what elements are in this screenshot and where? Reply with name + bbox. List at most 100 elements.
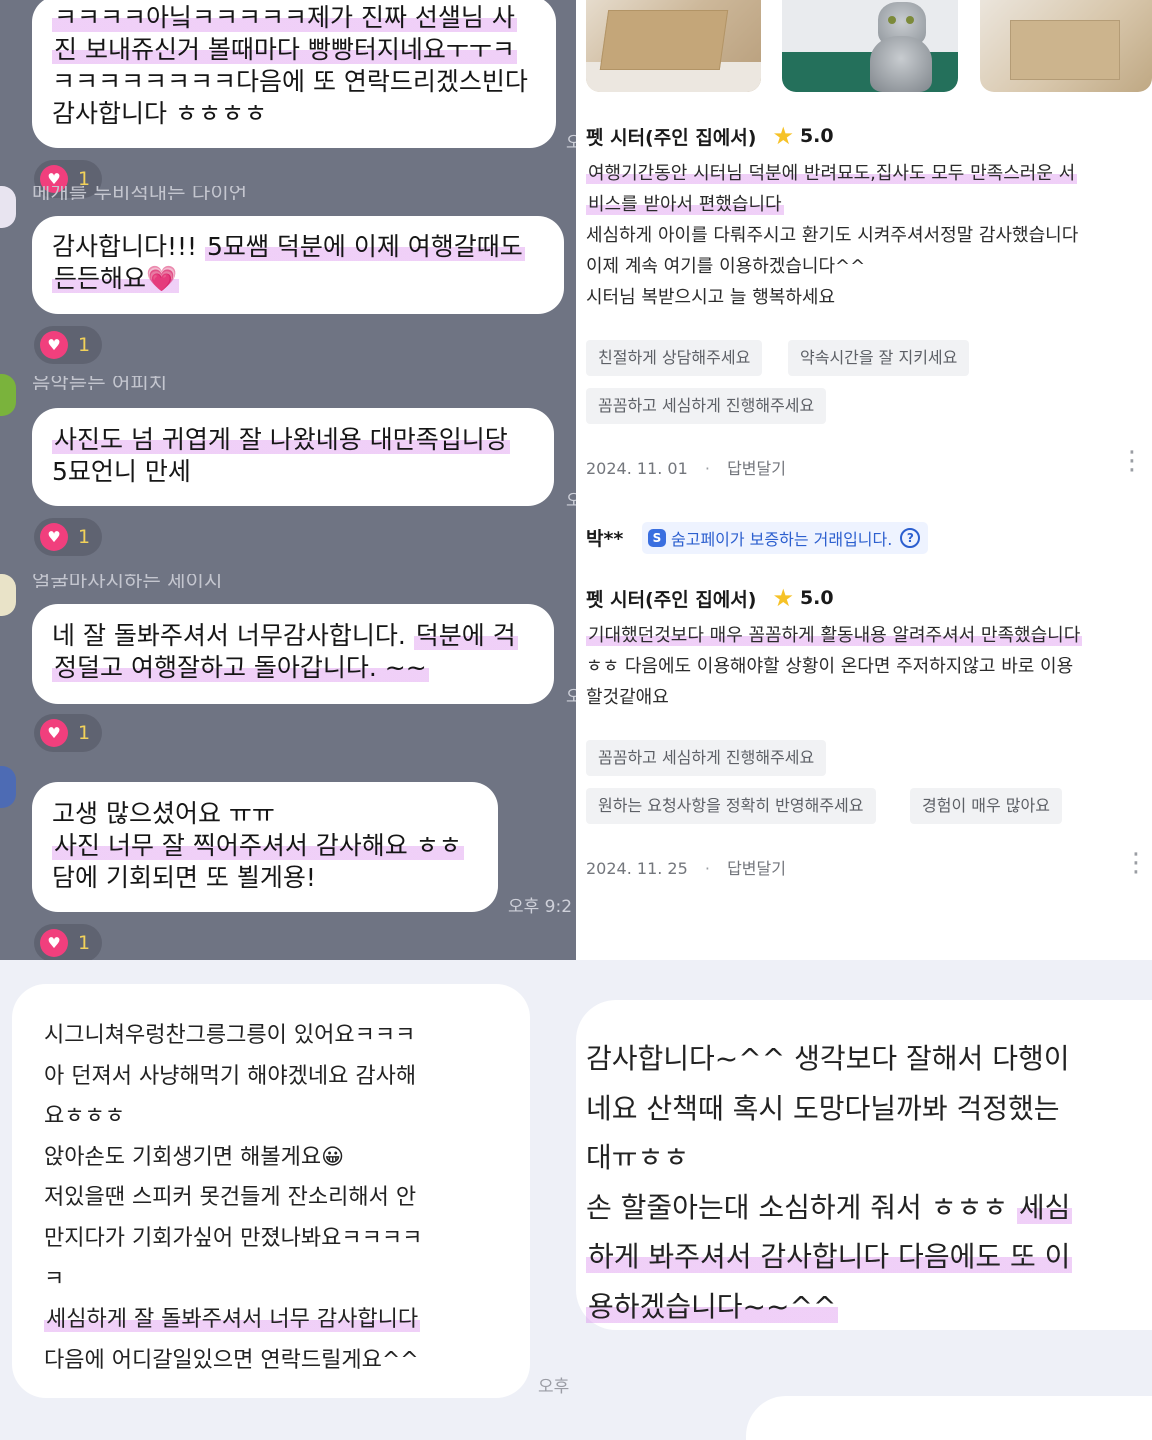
help-icon[interactable]: ? xyxy=(900,528,921,548)
message-time: 오후 9:2 xyxy=(508,897,573,917)
text-segment: 이제 계속 여기를 이용하겠습니다^^ xyxy=(586,256,866,277)
highlighted-text: ㅋㅋㅋㅋ아닠ㅋㅋㅋㅋㅋ제가 진짜 선샐님 사 xyxy=(52,3,517,32)
highlighted-text: 비스를 받아서 편했습니다 xyxy=(586,194,784,215)
chat-bubble: 고생 많으셨어요 ㅠㅠ 사진 너무 잘 찍어주셔서 감사해요 ㅎㅎ 담에 기회되… xyxy=(32,782,498,912)
message-panel-left: 시그니쳐우렁찬그릉그릉이 있어요ㅋㅋㅋ 아 던져서 사냥해먹기 해야겠네요 감사… xyxy=(0,960,576,1440)
reaction-badge[interactable]: ♥ 1 xyxy=(34,326,102,364)
message-panel-right: 감사합니다~^^ 생각보다 잘해서 다행이 네요 산책때 혹시 도망다닐까봐 걱… xyxy=(576,960,1152,1440)
more-icon[interactable]: ⋮ xyxy=(1123,850,1149,876)
text-segment: 5묘언니 만세 xyxy=(52,457,191,486)
review-text: 여행기간동안 시터님 덕분에 반려묘도,집사도 모두 만족스러운 서 비스를 받… xyxy=(586,158,1078,313)
text-segment: 다음에 어디갈일있으면 연락드릴게요^^ xyxy=(44,1347,419,1373)
review-tag: 꼼꼼하고 세심하게 진행해주세요 xyxy=(586,388,827,424)
highlighted-text: 정덜고 여행잘하고 돌아갑니다. ~~ xyxy=(52,653,429,682)
reaction-count: 1 xyxy=(78,334,91,356)
review-tag: 경험이 매우 많아요 xyxy=(910,788,1062,824)
text-segment: 감사합니다 ㅎㅎㅎㅎ xyxy=(52,99,267,128)
review-date-row: 2024. 11. 25 · 답변달기 xyxy=(586,859,786,878)
text-segment: 앉아손도 기회생기면 해볼게요😀 xyxy=(44,1144,345,1170)
rating-value: 5.0 xyxy=(799,587,834,609)
message-line: 고생 많으셨어요 ㅠㅠ xyxy=(52,798,476,830)
highlighted-text: 사진도 넘 귀엽게 잘 나왔네용 대만족입니당 xyxy=(52,425,510,454)
sender-name: 음악듣는 어피치 xyxy=(32,376,168,390)
payment-guarantee-badge[interactable]: S 숨고페이가 보증하는 거래입니다. ? xyxy=(642,522,929,554)
reaction-count: 1 xyxy=(78,526,91,548)
text-segment: 시그니쳐우렁찬그릉그릉이 있어요ㅋㅋㅋ xyxy=(44,1023,416,1048)
message-line: 저있을땐 스피커 못건들게 잔소리해서 안 xyxy=(44,1178,530,1219)
text-segment: 아 던져서 사냥해먹기 해야겠네요 감사해 xyxy=(44,1063,417,1089)
message-line: 네 잘 돌봐주셔서 너무감사합니다. 덕분에 걱 xyxy=(52,620,532,652)
highlighted-text: 기대했던것보다 매우 꼼꼼하게 활동내용 알려주셔서 만족했습니다 xyxy=(586,625,1083,646)
message-time: 오 xyxy=(566,687,576,707)
text-segment: 할것같애요 xyxy=(586,687,669,708)
message-line: 든든해요💗 xyxy=(52,263,542,295)
reaction-badge[interactable]: ♥ 1 xyxy=(34,924,102,960)
text-segment: 감사합니다!!! xyxy=(52,232,206,261)
message-bubble: 감사합니다~^^ 생각보다 잘해서 다행이 네요 산책때 혹시 도망다닐까봐 걱… xyxy=(576,1000,1152,1330)
heart-icon: ♥ xyxy=(40,331,68,359)
text-segment: ㅎㅎ 다음에도 이용해야할 상황이 온다면 주저하지않고 바로 이용 xyxy=(586,656,1074,677)
message-line: 손 할줄아는대 소심하게 줘서 ㅎㅎㅎ 세심 xyxy=(586,1183,1152,1233)
message-line: 앉아손도 기회생기면 해볼게요😀 xyxy=(44,1138,530,1179)
heart-icon: ♥ xyxy=(40,523,68,551)
message-line: 하게 봐주셔서 감사합니다 다음에도 또 이 xyxy=(586,1232,1152,1282)
message-line: 담에 기회되면 또 뵐게용! xyxy=(52,862,476,894)
review-photo-cat[interactable] xyxy=(782,0,958,92)
highlighted-text: 덕분에 걱 xyxy=(413,621,518,650)
highlighted-text: 5묘쌤 덕분에 이제 여행갈때도 xyxy=(205,232,525,261)
review-line: 할것같애요 xyxy=(586,682,1082,713)
review-service-title: 펫 시터(주인 집에서) ★ 5.0 xyxy=(586,584,834,612)
text-segment: 감사합니다~^^ 생각보다 잘해서 다행이 xyxy=(586,1042,1070,1075)
highlighted-text: 진 보내쥬신거 볼때마다 빵빵터지네요ㅜㅜㅋ xyxy=(52,35,517,64)
message-line: 대ㅠㅎㅎ xyxy=(586,1133,1152,1183)
text-segment: 시터님 복받으시고 늘 행복하세요 xyxy=(586,287,836,308)
review-photo-box[interactable] xyxy=(586,0,761,92)
heart-icon: ♥ xyxy=(40,719,68,747)
review-panel: 펫 시터(주인 집에서) ★ 5.0 여행기간동안 시터님 덕분에 반려묘도,집… xyxy=(576,0,1152,960)
message-time: 오후 xyxy=(538,1377,570,1397)
reaction-count: 1 xyxy=(78,932,91,954)
review-line: 이제 계속 여기를 이용하겠습니다^^ xyxy=(586,251,1078,282)
review-line: 세심하게 아이를 다뤄주시고 환기도 시켜주셔서정말 감사했습니다 xyxy=(586,220,1078,251)
star-icon: ★ xyxy=(772,584,794,612)
highlighted-text: 여행기간동안 시터님 덕분에 반려묘도,집사도 모두 만족스러운 서 xyxy=(586,163,1078,184)
text-segment: ㅋ xyxy=(44,1266,65,1292)
chat-bubble: 감사합니다!!! 5묘쌤 덕분에 이제 여행갈때도 든든해요💗 xyxy=(32,216,564,314)
reply-link[interactable]: 답변달기 xyxy=(727,459,786,478)
chat-bubble: 네 잘 돌봐주셔서 너무감사합니다. 덕분에 걱 정덜고 여행잘하고 돌아갑니다… xyxy=(32,604,554,704)
chat-panel: ㅋㅋㅋㅋ아닠ㅋㅋㅋㅋㅋ제가 진짜 선샐님 사 진 보내쥬신거 볼때마다 빵빵터지… xyxy=(0,0,576,960)
review-tag: 꼼꼼하고 세심하게 진행해주세요 xyxy=(586,740,827,776)
message-line: 시그니쳐우렁찬그릉그릉이 있어요ㅋㅋㅋ xyxy=(44,1016,530,1057)
avatar xyxy=(0,574,16,616)
text-segment: 담에 기회되면 또 뵐게용! xyxy=(52,863,316,892)
badge-text: 숨고페이가 보증하는 거래입니다. xyxy=(671,530,893,549)
review-tag: 친절하게 상담해주세요 xyxy=(586,340,763,376)
message-time: 오 xyxy=(566,491,576,511)
highlighted-text: 용하겠습니다~~^^ xyxy=(586,1289,839,1323)
rating-value: 5.0 xyxy=(799,125,834,147)
reaction-badge[interactable]: ♥ 1 xyxy=(34,714,102,752)
reply-link[interactable]: 답변달기 xyxy=(727,859,786,878)
review-date-row: 2024. 11. 01 · 답변달기 xyxy=(586,459,786,478)
reaction-badge[interactable]: ♥ 1 xyxy=(34,518,102,556)
review-service-title: 펫 시터(주인 집에서) ★ 5.0 xyxy=(586,122,834,150)
more-icon[interactable]: ⋮ xyxy=(1119,448,1145,474)
service-name: 펫 시터(주인 집에서) xyxy=(586,126,757,149)
avatar xyxy=(0,766,16,808)
review-line: ㅎㅎ 다음에도 이용해야할 상황이 온다면 주저하지않고 바로 이용 xyxy=(586,651,1082,682)
text-segment: 요ㅎㅎㅎ xyxy=(44,1104,125,1130)
message-bubble xyxy=(746,1396,1152,1440)
message-line: ㅋㅋㅋㅋㅋㅋㅋㅋ다음에 또 연락드리겠스빈다 xyxy=(52,66,534,98)
highlighted-text: 사진 너무 잘 찍어주셔서 감사해요 ㅎㅎ xyxy=(52,831,464,860)
review-line: 시터님 복받으시고 늘 행복하세요 xyxy=(586,282,1078,313)
message-line: 네요 산책때 혹시 도망다닐까봐 걱정했는 xyxy=(586,1084,1152,1134)
text-segment: 저있을땐 스피커 못건들게 잔소리해서 안 xyxy=(44,1185,417,1211)
message-line: 감사합니다 ㅎㅎㅎㅎ xyxy=(52,98,534,130)
text-segment: 대ㅠㅎㅎ xyxy=(586,1141,690,1175)
review-photo-box[interactable] xyxy=(980,0,1152,92)
message-line: 감사합니다~^^ 생각보다 잘해서 다행이 xyxy=(586,1034,1152,1084)
service-name: 펫 시터(주인 집에서) xyxy=(586,588,757,611)
heart-icon: ♥ xyxy=(40,929,68,957)
message-line: 요ㅎㅎㅎ xyxy=(44,1097,530,1138)
message-bubble: 시그니쳐우렁찬그릉그릉이 있어요ㅋㅋㅋ 아 던져서 사냥해먹기 해야겠네요 감사… xyxy=(12,984,530,1398)
